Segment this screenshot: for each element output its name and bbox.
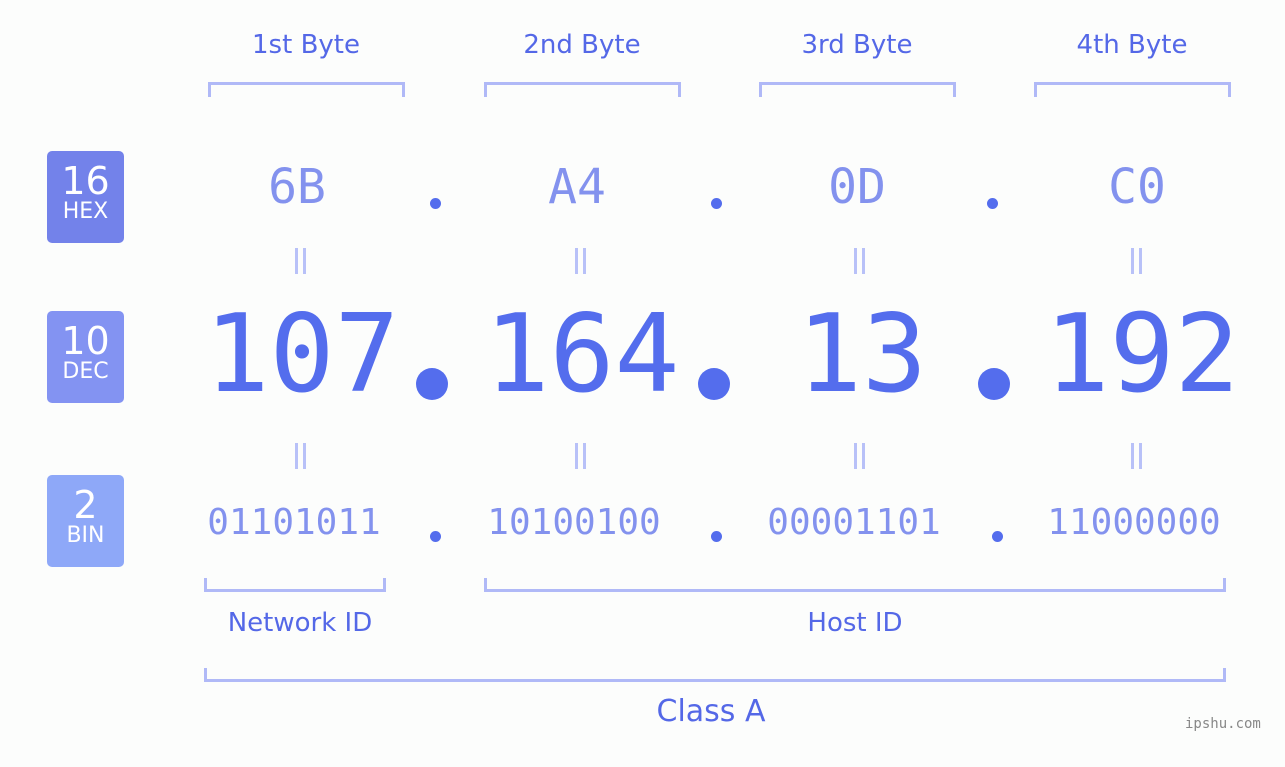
equals-icon [1129,248,1143,274]
bin-badge-label: BIN [66,523,105,548]
hex-byte-4: C0 [1108,159,1166,215]
equals-icon [852,443,866,469]
dec-separator-dot [978,368,1010,400]
hex-badge: 16 HEX [47,151,124,243]
dec-byte-4: 192 [1044,292,1240,417]
network-id-bracket [204,578,386,592]
byte-bracket-4 [1034,82,1231,97]
hex-separator-dot [430,198,441,209]
dec-byte-2: 164 [484,292,680,417]
host-id-label: Host ID [807,608,903,638]
dec-badge-number: 10 [61,319,110,363]
dec-byte-1: 107 [204,292,400,417]
bin-byte-3: 00001101 [767,502,941,543]
class-bracket [204,668,1226,682]
dec-badge: 10 DEC [47,311,124,403]
equals-icon [573,248,587,274]
bin-byte-1: 01101011 [207,502,381,543]
class-label: Class A [656,694,766,729]
bin-separator-dot [711,531,722,542]
hex-badge-label: HEX [62,199,109,224]
watermark: ipshu.com [1185,716,1261,732]
hex-separator-dot [711,198,722,209]
byte-label-1: 1st Byte [252,30,360,60]
bin-badge-number: 2 [73,483,98,527]
hex-byte-3: 0D [828,159,886,215]
hex-separator-dot [987,198,998,209]
network-id-label: Network ID [227,608,373,638]
equals-icon [1129,443,1143,469]
byte-label-3: 3rd Byte [801,30,913,60]
bin-separator-dot [992,531,1003,542]
hex-byte-1: 6B [268,159,326,215]
equals-icon [293,248,307,274]
host-id-bracket [484,578,1226,592]
dec-separator-dot [416,368,448,400]
equals-icon [852,248,866,274]
byte-label-2: 2nd Byte [523,30,641,60]
byte-bracket-3 [759,82,956,97]
hex-badge-number: 16 [61,159,110,203]
dec-separator-dot [698,368,730,400]
bin-byte-2: 10100100 [487,502,661,543]
bin-separator-dot [430,531,441,542]
equals-icon [293,443,307,469]
dec-badge-label: DEC [62,359,109,384]
bin-badge: 2 BIN [47,475,124,567]
dec-byte-3: 13 [796,292,928,417]
byte-bracket-2 [484,82,681,97]
byte-label-4: 4th Byte [1076,30,1188,60]
equals-icon [573,443,587,469]
byte-bracket-1 [208,82,405,97]
bin-byte-4: 11000000 [1047,502,1221,543]
hex-byte-2: A4 [548,159,606,215]
